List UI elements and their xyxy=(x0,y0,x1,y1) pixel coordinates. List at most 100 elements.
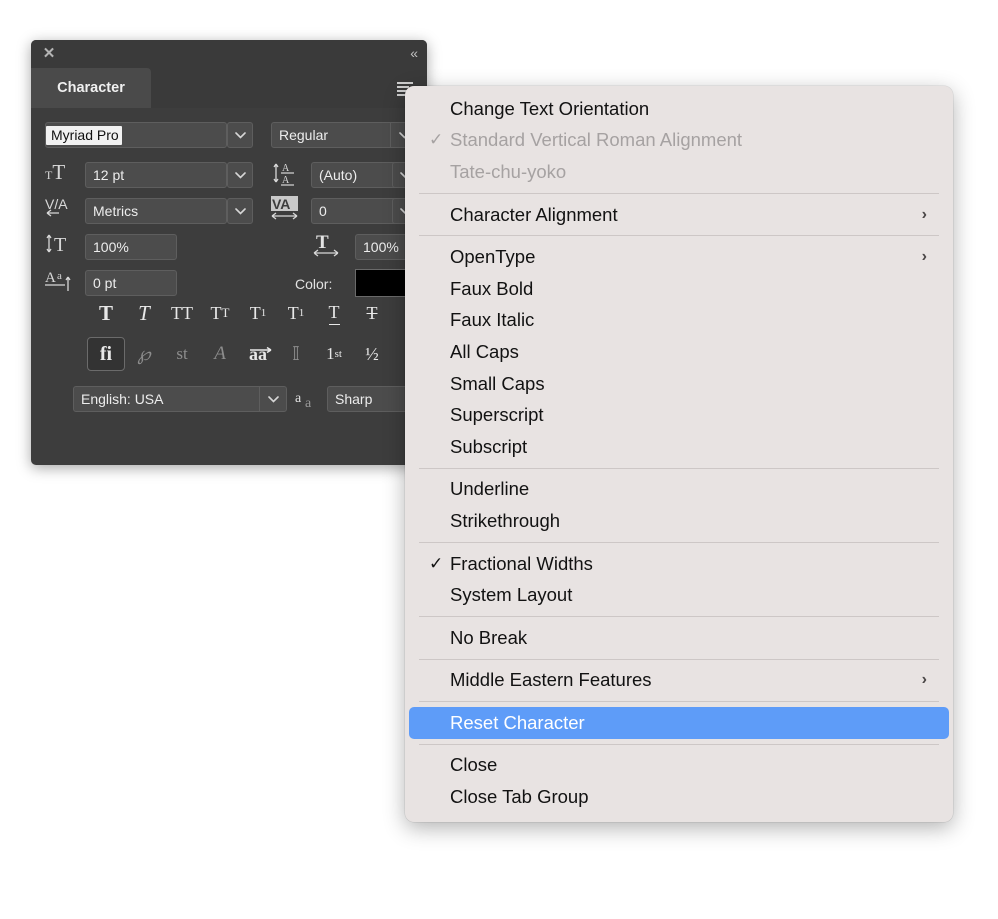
font-style-value: Regular xyxy=(279,123,328,147)
menu-item-subscript[interactable]: Subscript xyxy=(409,431,949,463)
size-leading-row: TT 12 pt A A xyxy=(31,158,427,194)
subscript-button[interactable]: T1 xyxy=(277,296,315,330)
menu-item-label: Standard Vertical Roman Alignment xyxy=(450,129,742,151)
menu-separator xyxy=(419,744,939,745)
contextual-alternates-button[interactable]: st xyxy=(163,337,201,371)
menu-separator xyxy=(419,235,939,236)
svg-text:VA: VA xyxy=(272,196,290,212)
menu-item-label: Tate-chu-yoko xyxy=(450,161,566,183)
menu-item-faux-italic[interactable]: Faux Italic xyxy=(409,305,949,337)
font-style-select[interactable]: Regular xyxy=(271,122,418,148)
faux-italic-button[interactable]: T xyxy=(125,296,163,330)
panel-tabstrip: Character xyxy=(31,68,427,108)
close-icon[interactable]: ✕ xyxy=(41,46,57,62)
menu-item-tate-chu-yoko: Tate-chu-yoko xyxy=(409,156,949,188)
chevron-down-icon xyxy=(235,172,246,179)
all-caps-button[interactable]: TT xyxy=(163,296,201,330)
menu-item-reset-character[interactable]: Reset Character xyxy=(409,707,949,739)
font-size-icon: TT xyxy=(45,160,65,185)
menu-item-label: Reset Character xyxy=(450,712,585,734)
font-family-input[interactable]: Myriad Pro xyxy=(45,122,227,148)
font-family-dropdown-arrow[interactable] xyxy=(227,122,253,148)
kerning-tracking-row: V/A Metrics VA xyxy=(31,194,427,230)
menu-item-character-alignment[interactable]: Character Alignment› xyxy=(409,199,949,231)
horizontal-scale-value: 100% xyxy=(363,239,399,255)
menu-item-label: System Layout xyxy=(450,584,572,606)
vertical-scale-icon: T xyxy=(45,231,75,262)
menu-separator xyxy=(419,193,939,194)
menu-item-label: Superscript xyxy=(450,404,544,426)
menu-item-faux-bold[interactable]: Faux Bold xyxy=(409,273,949,305)
menu-item-label: No Break xyxy=(450,627,527,649)
svg-text:T: T xyxy=(54,234,66,256)
scale-row: T 100% T 100% xyxy=(31,230,427,266)
menu-item-label: Subscript xyxy=(450,436,527,458)
kerning-value: Metrics xyxy=(93,203,138,219)
horizontal-scale-icon: T xyxy=(312,231,346,262)
menu-item-close-tab-group[interactable]: Close Tab Group xyxy=(409,781,949,813)
svg-text:A: A xyxy=(45,270,56,286)
language-value: English: USA xyxy=(81,387,163,411)
font-size-input[interactable]: 12 pt xyxy=(85,162,227,188)
strikethrough-button[interactable]: T xyxy=(353,296,391,330)
menu-separator xyxy=(419,616,939,617)
titling-alternates-button[interactable]: 𝕀 xyxy=(277,337,315,371)
menu-item-label: Underline xyxy=(450,478,529,500)
menu-item-system-layout[interactable]: System Layout xyxy=(409,579,949,611)
stylistic-alternates-button[interactable]: aa xyxy=(239,337,277,371)
faux-bold-button[interactable]: T xyxy=(87,296,125,330)
standard-ligatures-button[interactable]: fi xyxy=(87,337,125,371)
menu-item-label: Fractional Widths xyxy=(450,553,593,575)
menu-item-label: Change Text Orientation xyxy=(450,98,649,120)
chevron-right-icon: › xyxy=(922,241,927,273)
superscript-button[interactable]: T1 xyxy=(239,296,277,330)
menu-item-no-break[interactable]: No Break xyxy=(409,622,949,654)
svg-text:A: A xyxy=(282,163,290,174)
kerning-input[interactable]: Metrics xyxy=(85,198,227,224)
vertical-scale-input[interactable]: 100% xyxy=(85,234,177,260)
menu-item-opentype[interactable]: OpenType› xyxy=(409,241,949,273)
svg-text:V/A: V/A xyxy=(45,196,68,212)
svg-text:a: a xyxy=(305,396,312,411)
menu-item-fractional-widths[interactable]: ✓ Fractional Widths xyxy=(409,548,949,580)
menu-item-label: All Caps xyxy=(450,341,519,363)
language-antialias-row: English: USA a a Sharp xyxy=(31,386,427,422)
menu-item-close[interactable]: Close xyxy=(409,750,949,782)
language-select[interactable]: English: USA xyxy=(73,386,287,412)
underline-button[interactable]: T xyxy=(315,296,353,330)
menu-item-superscript[interactable]: Superscript xyxy=(409,399,949,431)
font-family-value: Myriad Pro xyxy=(46,126,122,145)
menu-item-strikethrough[interactable]: Strikethrough xyxy=(409,505,949,537)
menu-separator xyxy=(419,701,939,702)
small-caps-button[interactable]: TT xyxy=(201,296,239,330)
font-row: Myriad Pro Regular xyxy=(31,122,427,158)
menu-separator xyxy=(419,659,939,660)
panel-titlebar: ✕ « xyxy=(31,40,427,68)
ordinals-button[interactable]: 1st xyxy=(315,337,353,371)
menu-item-middle-eastern-features[interactable]: Middle Eastern Features› xyxy=(409,665,949,697)
language-dropdown-arrow[interactable] xyxy=(259,387,286,411)
chevron-right-icon: › xyxy=(922,199,927,231)
checkmark-icon: ✓ xyxy=(429,548,443,580)
character-panel: ✕ « Character Myriad Pro Regular xyxy=(31,40,427,465)
menu-item-small-caps[interactable]: Small Caps xyxy=(409,368,949,400)
fractions-button[interactable]: ½ xyxy=(353,337,391,371)
svg-text:a: a xyxy=(295,391,302,406)
tab-character[interactable]: Character xyxy=(31,68,151,108)
font-size-dropdown-arrow[interactable] xyxy=(227,162,253,188)
panel-context-menu: Change Text Orientation ✓ Standard Vertica… xyxy=(405,86,953,822)
swash-button[interactable]: A xyxy=(201,337,239,371)
discretionary-ligatures-button[interactable]: ℘ xyxy=(125,337,163,371)
kerning-dropdown-arrow[interactable] xyxy=(227,198,253,224)
menu-separator xyxy=(419,468,939,469)
baseline-shift-input[interactable]: 0 pt xyxy=(85,270,177,296)
menu-item-all-caps[interactable]: All Caps xyxy=(409,336,949,368)
menu-item-change-text-orientation[interactable]: Change Text Orientation xyxy=(409,93,949,125)
collapse-double-chevron-icon[interactable]: « xyxy=(410,44,417,62)
chevron-down-icon xyxy=(235,132,246,139)
menu-item-underline[interactable]: Underline xyxy=(409,474,949,506)
style-buttons-row-1: T T TT TT T1 T1 T T xyxy=(87,296,391,330)
panel-body: Myriad Pro Regular TT 12 pt xyxy=(31,108,427,302)
tracking-value: 0 xyxy=(319,203,327,219)
style-buttons-row-2: fi ℘ st A aa 𝕀 1st ½ xyxy=(87,337,391,371)
